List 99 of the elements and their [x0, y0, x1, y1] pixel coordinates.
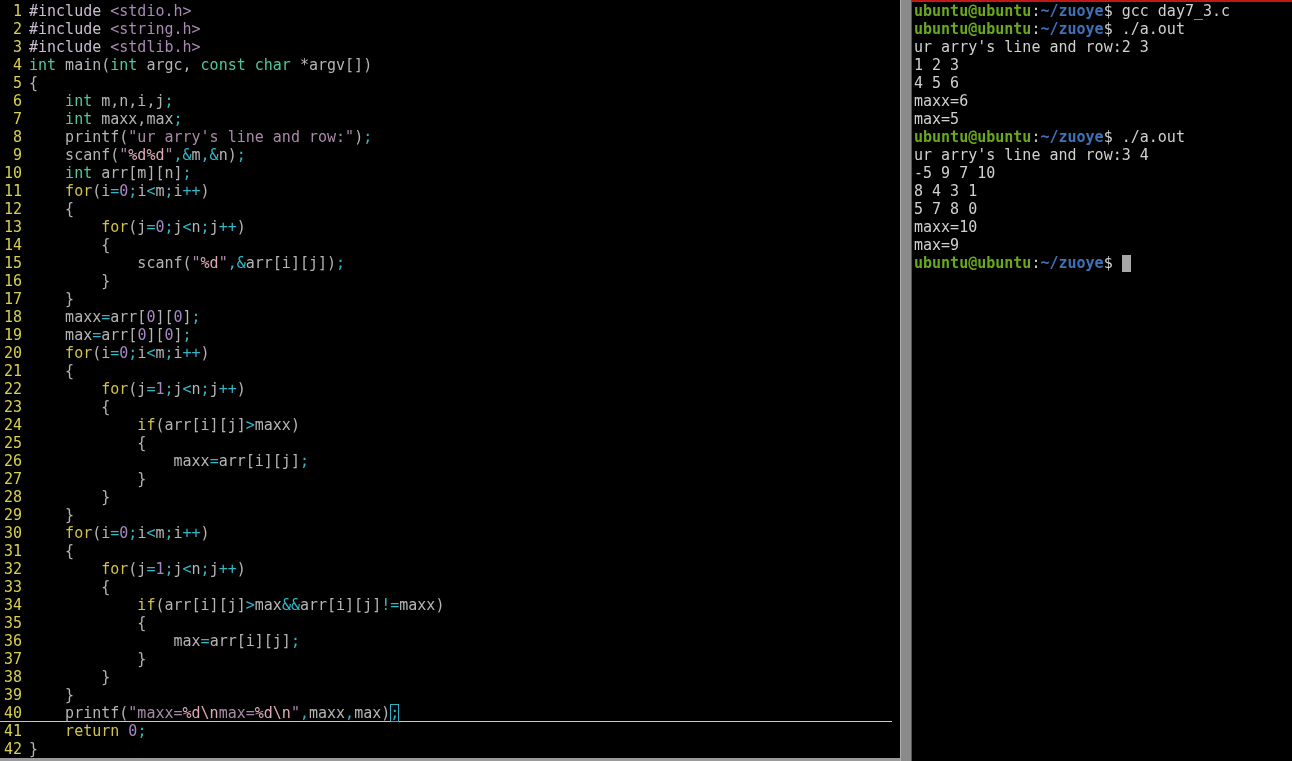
code-line: printf("maxx=%d\nmax=%d\n",maxx,max);	[29, 704, 892, 722]
line-number: 22	[2, 380, 23, 398]
line-number: 39	[2, 686, 23, 704]
code-line: {	[136, 614, 148, 632]
code-line: for(i=0;i<m;i++)	[64, 524, 211, 542]
code-line: }	[100, 488, 112, 506]
line-number: 40	[0, 704, 29, 722]
prompt-line: ubuntu@ubuntu:~/zuoye$ ./a.out	[914, 128, 1185, 146]
line-number: 42	[2, 740, 23, 758]
line-number: 33	[2, 578, 23, 596]
code-line: return 0;	[64, 722, 148, 740]
code-line: #include <string.h>	[29, 20, 202, 38]
line-number: 13	[2, 218, 23, 236]
code-line: for(i=0;i<m;i++)	[64, 182, 211, 200]
line-number: 17	[2, 290, 23, 308]
line-number: 31	[2, 542, 23, 560]
code-line: int m,n,i,j;	[64, 92, 175, 110]
code-line: {	[100, 398, 112, 416]
output-line: maxx=6	[914, 92, 969, 110]
code-line: }	[64, 290, 76, 308]
line-number: 4	[11, 56, 23, 74]
code-line: #include <stdio.h>	[29, 2, 193, 20]
line-number: 23	[2, 398, 23, 416]
line-number: 1	[11, 2, 23, 20]
line-number: 21	[2, 362, 23, 380]
line-number: 30	[2, 524, 23, 542]
output-line: -5 9 7 10	[914, 164, 996, 182]
code-line: }	[29, 740, 40, 758]
code-line: }	[136, 470, 148, 488]
code-line: {	[29, 74, 40, 92]
line-number: 37	[2, 650, 23, 668]
line-number: 41	[2, 722, 23, 740]
line-number: 12	[2, 200, 23, 218]
line-number: 35	[2, 614, 23, 632]
line-number: 15	[2, 254, 23, 272]
output-line: ur arry's line and row:2 3	[914, 38, 1149, 56]
line-number: 28	[2, 488, 23, 506]
code-line: }	[100, 272, 112, 290]
line-number: 25	[2, 434, 23, 452]
line-number: 6	[11, 92, 23, 110]
line-number: 32	[2, 560, 23, 578]
code-line: maxx=arr[0][0];	[64, 308, 202, 326]
line-number: 11	[2, 182, 23, 200]
code-line: int main(int argc, const char *argv[])	[29, 56, 374, 74]
code-line: {	[64, 542, 76, 560]
output-line: max=9	[914, 236, 960, 254]
code-line: if(arr[i][j]>max&&arr[i][j]!=maxx)	[136, 596, 446, 614]
code-line: for(i=0;i<m;i++)	[64, 344, 211, 362]
code-line: }	[64, 686, 76, 704]
line-number: 2	[11, 20, 23, 38]
code-line: for(j=1;j<n;j++)	[100, 380, 247, 398]
code-line: for(j=0;j<n;j++)	[100, 218, 247, 236]
line-number: 14	[2, 236, 23, 254]
prompt-line: ubuntu@ubuntu:~/zuoye$ ./a.out	[914, 20, 1185, 38]
line-number: 19	[2, 326, 23, 344]
line-number: 5	[11, 74, 23, 92]
code-line: if(arr[i][j]>maxx)	[136, 416, 301, 434]
code-line: scanf("%d%d",&m,&n);	[64, 146, 247, 164]
code-line: maxx=arr[i][j];	[172, 452, 310, 470]
output-line: 5 7 8 0	[914, 200, 978, 218]
line-number: 9	[11, 146, 23, 164]
line-number: 38	[2, 668, 23, 686]
code-line: int maxx,max;	[64, 110, 184, 128]
line-number: 7	[11, 110, 23, 128]
code-line: #include <stdlib.h>	[29, 38, 202, 56]
prompt-line: ubuntu@ubuntu:~/zuoye$ gcc day7_3.c	[914, 2, 1231, 20]
output-line: ur arry's line and row:3 4	[914, 146, 1149, 164]
code-line: for(j=1;j<n;j++)	[100, 560, 247, 578]
output-line: max=5	[914, 110, 960, 128]
line-number: 16	[2, 272, 23, 290]
code-line: scanf("%d",&arr[i][j]);	[136, 254, 347, 272]
line-number: 24	[2, 416, 23, 434]
code-line: {	[64, 362, 76, 380]
code-line: int arr[m][n];	[64, 164, 193, 182]
output-line: 4 5 6	[914, 74, 960, 92]
code-line: {	[100, 236, 112, 254]
line-number: 8	[11, 128, 23, 146]
code-line: {	[100, 578, 112, 596]
line-number: 10	[2, 164, 23, 182]
line-number: 29	[2, 506, 23, 524]
line-number: 26	[2, 452, 23, 470]
code-line: }	[100, 668, 112, 686]
code-line: }	[64, 506, 76, 524]
code-line: max=arr[i][j];	[172, 632, 301, 650]
output-line: 1 2 3	[914, 56, 960, 74]
line-number: 18	[2, 308, 23, 326]
line-number: 3	[11, 38, 23, 56]
code-line: max=arr[0][0];	[64, 326, 193, 344]
line-number: 34	[2, 596, 23, 614]
line-number: 20	[2, 344, 23, 362]
output-line: 8 4 3 1	[914, 182, 978, 200]
prompt-line: ubuntu@ubuntu:~/zuoye$	[914, 254, 1113, 272]
code-line: {	[136, 434, 148, 452]
code-line: {	[64, 200, 76, 218]
line-number: 36	[2, 632, 23, 650]
line-number: 27	[2, 470, 23, 488]
code-line: printf("ur arry's line and row:");	[64, 128, 374, 146]
output-line: maxx=10	[914, 218, 978, 236]
code-line: }	[136, 650, 148, 668]
